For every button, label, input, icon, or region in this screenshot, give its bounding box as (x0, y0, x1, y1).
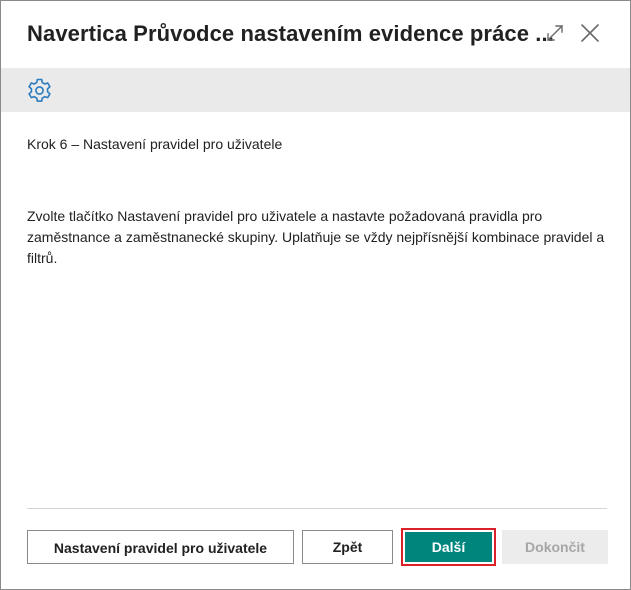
expand-button[interactable] (543, 21, 567, 45)
next-button-highlight: Další (401, 528, 496, 566)
close-icon (581, 24, 599, 42)
finish-button[interactable]: Dokončit (502, 530, 608, 564)
action-bar (1, 68, 630, 112)
back-button[interactable]: Zpět (302, 530, 393, 564)
close-button[interactable] (578, 21, 602, 45)
footer-divider (27, 508, 607, 509)
next-button[interactable]: Další (405, 532, 492, 562)
gear-icon (28, 78, 51, 102)
user-rules-button[interactable]: Nastavení pravidel pro uživatele (27, 530, 294, 564)
step-title: Krok 6 – Nastavení pravidel pro uživatel… (27, 136, 283, 152)
dialog-title: Navertica Průvodce nastavením evidence p… (27, 21, 554, 46)
wizard-dialog: Navertica Průvodce nastavením evidence p… (0, 0, 631, 590)
step-description: Zvolte tlačítko Nastavení pravidel pro u… (27, 208, 605, 266)
settings-button[interactable] (26, 77, 53, 104)
dialog-header: Navertica Průvodce nastavením evidence p… (1, 1, 630, 67)
expand-icon (547, 25, 563, 41)
